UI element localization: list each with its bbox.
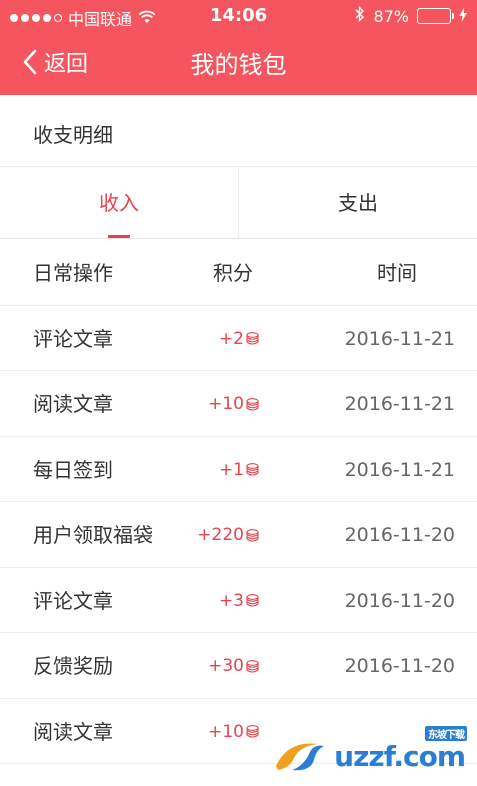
row-action: 阅读文章 — [33, 392, 113, 416]
coin-icon — [245, 659, 260, 674]
watermark: uzzf.com 东坡下载 — [270, 725, 467, 776]
row-date: 2016-11-21 — [344, 393, 455, 415]
points-value: +30 — [208, 656, 244, 676]
tab-expense[interactable]: 支出 — [238, 167, 477, 238]
tab-income-label: 收入 — [99, 191, 139, 215]
battery-percent: 87% — [373, 6, 409, 26]
charging-icon — [459, 7, 467, 26]
points-value: +10 — [208, 394, 244, 414]
row-points: +30 — [180, 633, 260, 699]
header-points: 积分 — [213, 261, 253, 285]
row-date: 2016-11-20 — [344, 655, 455, 677]
row-points: +220 — [180, 502, 260, 568]
table-row: 评论文章 +3 2016-11-20 — [0, 568, 477, 634]
points-value: +2 — [218, 328, 244, 349]
row-points: +2 — [180, 306, 260, 372]
points-value: +1 — [218, 459, 244, 480]
coin-icon — [245, 593, 260, 608]
bluetooth-icon — [355, 5, 365, 26]
coin-icon — [245, 462, 260, 477]
row-action: 评论文章 — [33, 588, 113, 613]
tab-bar: 收入 支出 — [0, 167, 477, 239]
coin-icon — [245, 397, 260, 412]
active-tab-indicator — [108, 235, 130, 238]
row-action: 用户领取福袋 — [33, 523, 153, 547]
coin-icon — [245, 331, 260, 346]
page-title: 我的钱包 — [190, 51, 287, 79]
row-date: 2016-11-21 — [344, 458, 455, 481]
coin-icon — [245, 724, 260, 739]
table-header: 日常操作 积分 时间 — [0, 240, 477, 306]
row-action: 阅读文章 — [33, 719, 113, 744]
watermark-text: uzzf.com 东坡下载 — [334, 725, 467, 773]
header-time: 时间 — [377, 261, 417, 285]
watermark-domain: uzzf.com — [334, 739, 466, 773]
battery-icon — [417, 8, 454, 24]
row-points: +10 — [180, 371, 260, 437]
row-action: 每日签到 — [33, 457, 113, 482]
table-row: 评论文章 +2 2016-11-21 — [0, 306, 477, 372]
coin-icon — [245, 528, 260, 543]
points-value: +10 — [208, 721, 244, 742]
points-value: +3 — [218, 590, 244, 611]
row-points: +3 — [180, 568, 260, 634]
tab-income[interactable]: 收入 — [0, 167, 238, 238]
row-date: 2016-11-20 — [344, 589, 455, 612]
row-action: 反馈奖励 — [33, 654, 113, 678]
watermark-sub: 东坡下载 — [425, 725, 467, 741]
table-row: 每日签到 +1 2016-11-21 — [0, 437, 477, 503]
nav-bar: 返回 我的钱包 — [0, 32, 477, 95]
section-title: 收支明细 — [0, 95, 477, 167]
row-date: 2016-11-20 — [344, 524, 455, 546]
row-action: 评论文章 — [33, 326, 113, 351]
points-value: +220 — [197, 525, 244, 545]
status-bar: 中国联通 14:06 87% — [0, 0, 477, 32]
watermark-logo-icon — [276, 743, 325, 771]
status-right: 87% — [355, 5, 467, 26]
row-points: +1 — [180, 437, 260, 503]
row-points: +10 — [180, 699, 260, 765]
table-row: 阅读文章 +10 2016-11-21 — [0, 371, 477, 437]
table-row: 反馈奖励 +30 2016-11-20 — [0, 633, 477, 699]
tab-expense-label: 支出 — [338, 191, 378, 215]
points-table: 日常操作 积分 时间 评论文章 +2 2016-11-21 阅读文章 +10 2016-1… — [0, 240, 477, 764]
table-row: 用户领取福袋 +220 2016-11-20 — [0, 502, 477, 568]
row-date: 2016-11-21 — [344, 327, 455, 350]
header-action: 日常操作 — [33, 261, 113, 285]
app-header: 中国联通 14:06 87% 返回 我的钱包 — [0, 0, 477, 95]
